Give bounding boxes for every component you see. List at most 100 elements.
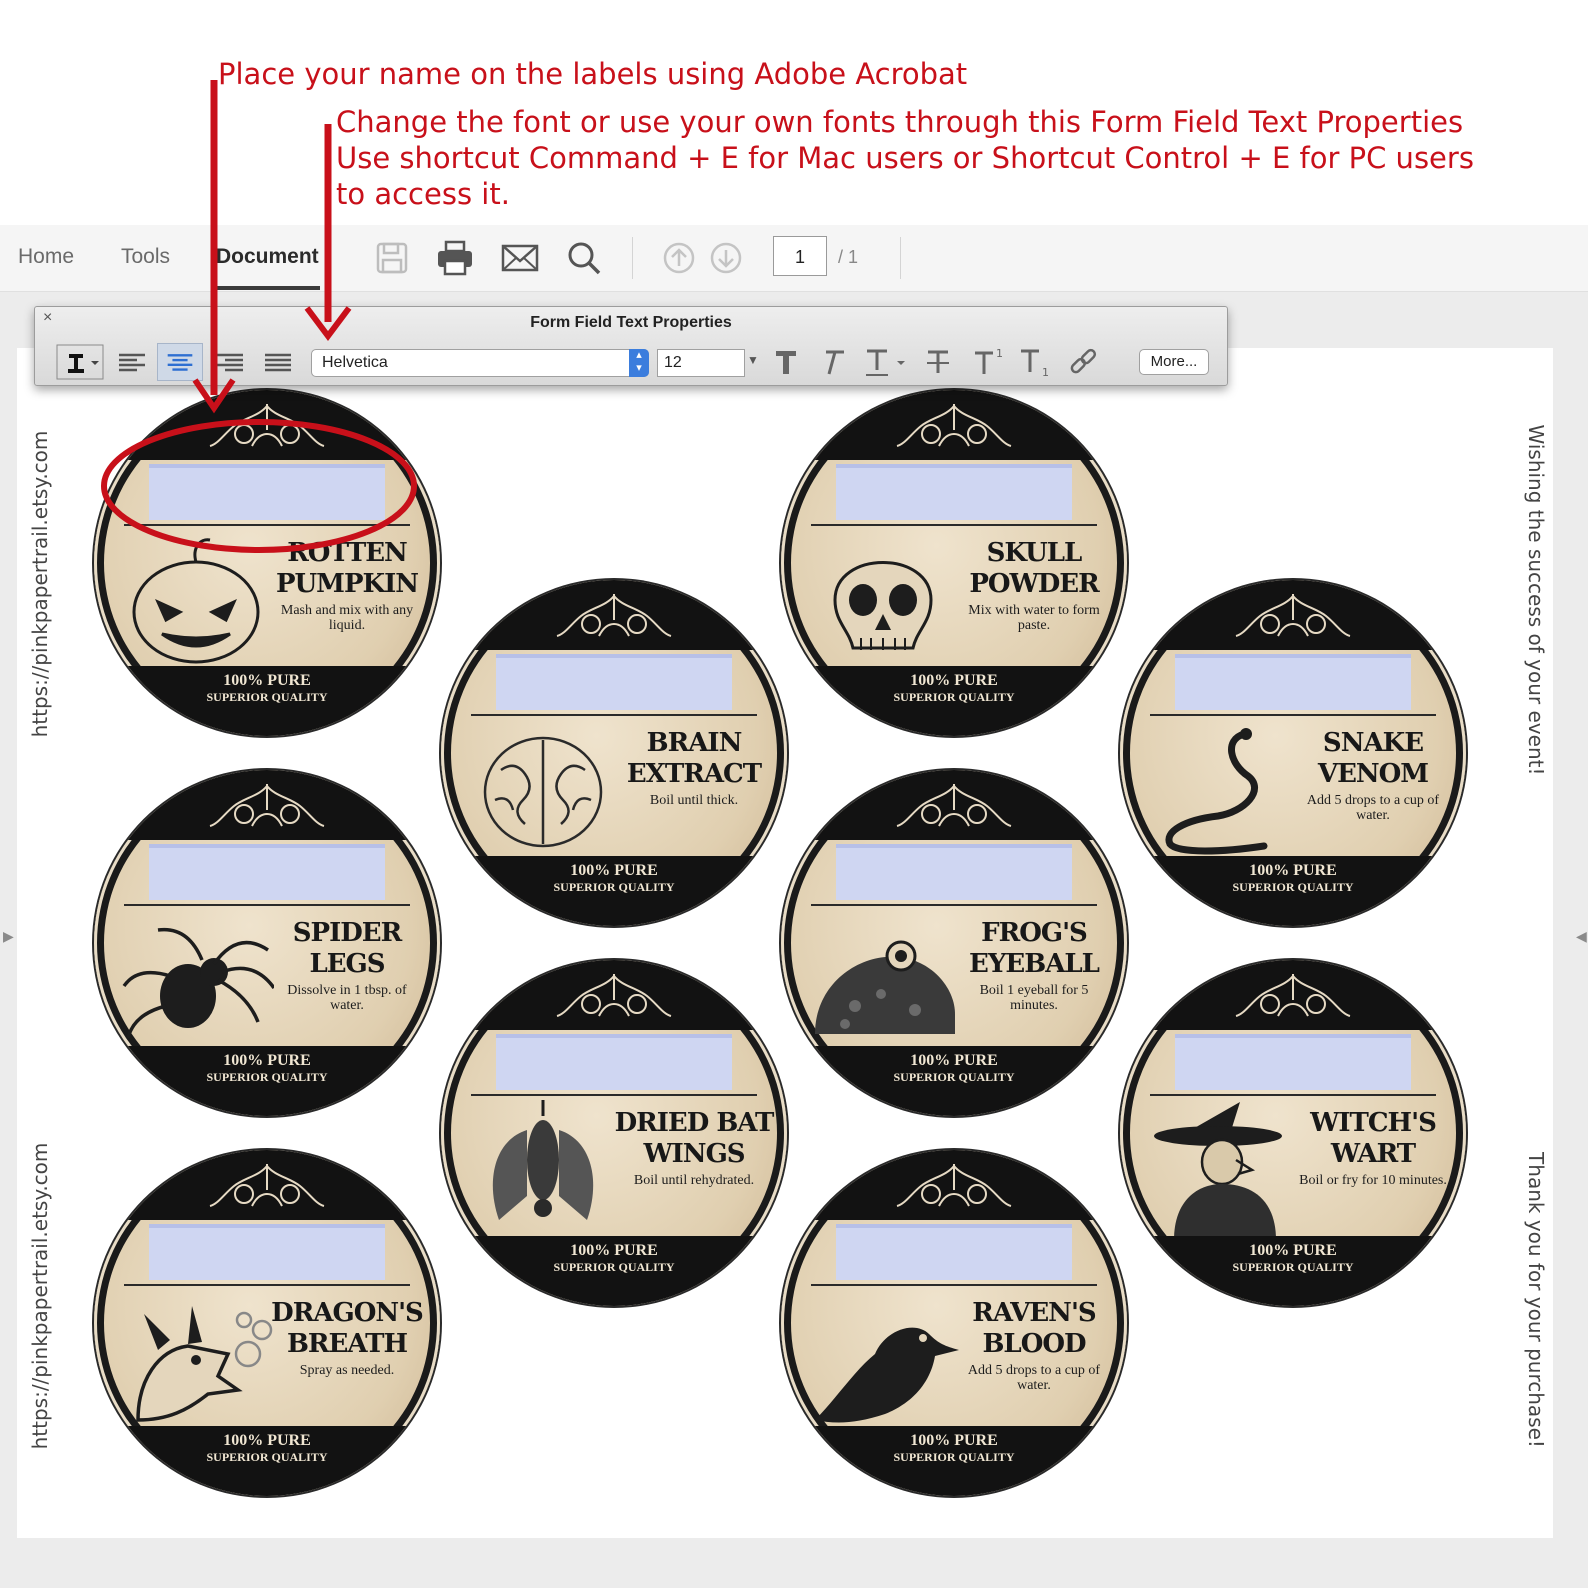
tab-document[interactable]: Document xyxy=(216,245,319,269)
svg-text:1: 1 xyxy=(1042,366,1049,379)
panel-title: Form Field Text Properties xyxy=(530,314,732,331)
align-right-icon[interactable] xyxy=(207,343,253,381)
annotation-line-2: Change the font or use your own fonts th… xyxy=(336,105,1464,139)
email-icon[interactable] xyxy=(497,235,543,281)
label-quality: SUPERIOR QUALITY xyxy=(553,1260,675,1274)
label-divider xyxy=(1150,1094,1436,1096)
text-color-button[interactable] xyxy=(55,343,105,381)
label-instruction: Spray as needed. xyxy=(299,1363,395,1378)
label-purity: 100% PURE xyxy=(910,1052,998,1069)
label-quality: SUPERIOR QUALITY xyxy=(893,690,1015,704)
save-icon[interactable] xyxy=(369,235,415,281)
dropdown-stepper-icon: ▴ ▾ xyxy=(629,349,649,377)
flourish-ornament-icon xyxy=(204,780,330,832)
potion-label: DRAGON'S BREATH Spray as needed. 100% PURE… xyxy=(94,1150,440,1496)
label-divider xyxy=(811,904,1097,906)
label-instruction: Boil until rehydrated. xyxy=(633,1173,755,1188)
spider-icon xyxy=(118,910,276,1050)
label-purity: 100% PURE xyxy=(910,672,998,689)
label-purity: 100% PURE xyxy=(223,672,311,689)
flourish-ornament-icon xyxy=(204,1160,330,1212)
flourish-ornament-icon xyxy=(551,590,677,642)
italic-icon[interactable] xyxy=(809,343,855,381)
name-form-field[interactable] xyxy=(149,844,385,900)
label-purity: 100% PURE xyxy=(223,1052,311,1069)
page-total: / 1 xyxy=(838,247,859,267)
search-icon[interactable] xyxy=(561,235,607,281)
strikethrough-icon[interactable] xyxy=(915,343,961,381)
font-dropdown-value: Helvetica xyxy=(322,354,388,371)
label-instruction: Boil 1 eyeball for 5 minutes. xyxy=(979,983,1089,1013)
link-icon[interactable] xyxy=(1061,343,1107,381)
superscript-icon[interactable]: 1 xyxy=(965,343,1011,381)
potion-label: FROG'S EYEBALL Boil 1 eyeball for 5 minut… xyxy=(781,770,1127,1116)
toolbar-divider xyxy=(900,237,901,279)
potion-label: SNAKE VENOM Add 5 drops to a cup of water… xyxy=(1120,580,1466,926)
font-dropdown[interactable]: Helvetica ▴ ▾ xyxy=(311,349,649,377)
label-divider xyxy=(811,1284,1097,1286)
name-form-field[interactable] xyxy=(1175,654,1411,710)
label-title: DRIED BAT WINGS xyxy=(614,1108,775,1169)
subscript-icon[interactable]: 1 xyxy=(1011,343,1057,381)
previous-page-icon[interactable] xyxy=(656,235,702,281)
potion-label: SPIDER LEGS Dissolve in 1 tbsp. of water.… xyxy=(94,770,440,1116)
toolbar-divider xyxy=(632,237,633,279)
more-button[interactable]: More... xyxy=(1139,349,1209,375)
label-quality: SUPERIOR QUALITY xyxy=(206,1450,328,1464)
annotation-line-4: to access it. xyxy=(336,177,510,211)
brain-icon xyxy=(465,720,621,860)
tab-home[interactable]: Home xyxy=(18,245,74,269)
font-size-dropdown-icon[interactable]: ▼ xyxy=(747,353,759,367)
print-icon[interactable] xyxy=(432,235,478,281)
active-tab-indicator xyxy=(216,286,320,290)
dragon-icon xyxy=(118,1290,274,1430)
flourish-ornament-icon xyxy=(891,400,1017,452)
potion-label: ROTTEN PUMPKIN Mash and mix with any liqu… xyxy=(94,390,440,736)
flourish-ornament-icon xyxy=(891,780,1017,832)
potion-label: RAVEN'S BLOOD Add 5 drops to a cup of wat… xyxy=(781,1150,1127,1496)
label-divider xyxy=(1150,714,1436,716)
label-instruction: Boil until thick. xyxy=(649,793,739,808)
label-instruction: Add 5 drops to a cup of water. xyxy=(967,1363,1101,1393)
potion-label: WITCH'S WART Boil or fry for 10 minutes. 1… xyxy=(1120,960,1466,1306)
name-form-field[interactable] xyxy=(149,1224,385,1280)
label-divider xyxy=(811,524,1097,526)
form-field-text-properties-panel: × Form Field Text Properties Helvetica ▴… xyxy=(34,306,1228,386)
svg-text:1: 1 xyxy=(996,347,1003,360)
flourish-ornament-icon xyxy=(891,1160,1017,1212)
name-form-field[interactable] xyxy=(836,464,1072,520)
label-instruction: Add 5 drops to a cup of water. xyxy=(1306,793,1440,823)
label-quality: SUPERIOR QUALITY xyxy=(1232,880,1354,894)
page-message-top: Wishing the success of your event! xyxy=(1524,424,1548,776)
flourish-ornament-icon xyxy=(1230,970,1356,1022)
label-purity: 100% PURE xyxy=(1249,862,1337,879)
name-form-field[interactable] xyxy=(1175,1034,1411,1090)
next-page-icon[interactable] xyxy=(703,235,749,281)
bat-icon xyxy=(465,1100,621,1240)
name-form-field[interactable] xyxy=(496,654,732,710)
name-form-field[interactable] xyxy=(836,1224,1072,1280)
label-quality: SUPERIOR QUALITY xyxy=(893,1450,1015,1464)
page-url-bottom: https://pinkpapertrail.etsy.com xyxy=(28,1142,52,1450)
right-pane-toggle-icon[interactable]: ◀ xyxy=(1576,928,1587,945)
label-title: ROTTEN PUMPKIN xyxy=(275,538,419,599)
underline-icon[interactable] xyxy=(857,343,913,381)
flourish-ornament-icon xyxy=(551,970,677,1022)
name-form-field[interactable] xyxy=(836,844,1072,900)
label-title: WITCH'S WART xyxy=(1310,1108,1437,1169)
font-size-field[interactable]: 12 xyxy=(657,349,745,377)
label-title: RAVEN'S BLOOD xyxy=(972,1298,1096,1359)
label-divider xyxy=(124,904,410,906)
align-center-icon[interactable] xyxy=(157,343,203,381)
annotation-line-3: Use shortcut Command + E for Mac users o… xyxy=(336,141,1474,175)
label-instruction: Dissolve in 1 tbsp. of water. xyxy=(287,983,407,1013)
page-number-input[interactable]: 1 xyxy=(773,236,827,276)
name-form-field[interactable] xyxy=(496,1034,732,1090)
align-left-icon[interactable] xyxy=(109,343,155,381)
left-pane-toggle-icon[interactable]: ▶ xyxy=(3,928,14,945)
bold-icon[interactable] xyxy=(763,343,809,381)
name-form-field[interactable] xyxy=(149,464,385,520)
justify-icon[interactable] xyxy=(255,343,301,381)
tab-tools[interactable]: Tools xyxy=(121,245,170,269)
potion-label: DRIED BAT WINGS Boil until rehydrated. 100… xyxy=(441,960,787,1306)
